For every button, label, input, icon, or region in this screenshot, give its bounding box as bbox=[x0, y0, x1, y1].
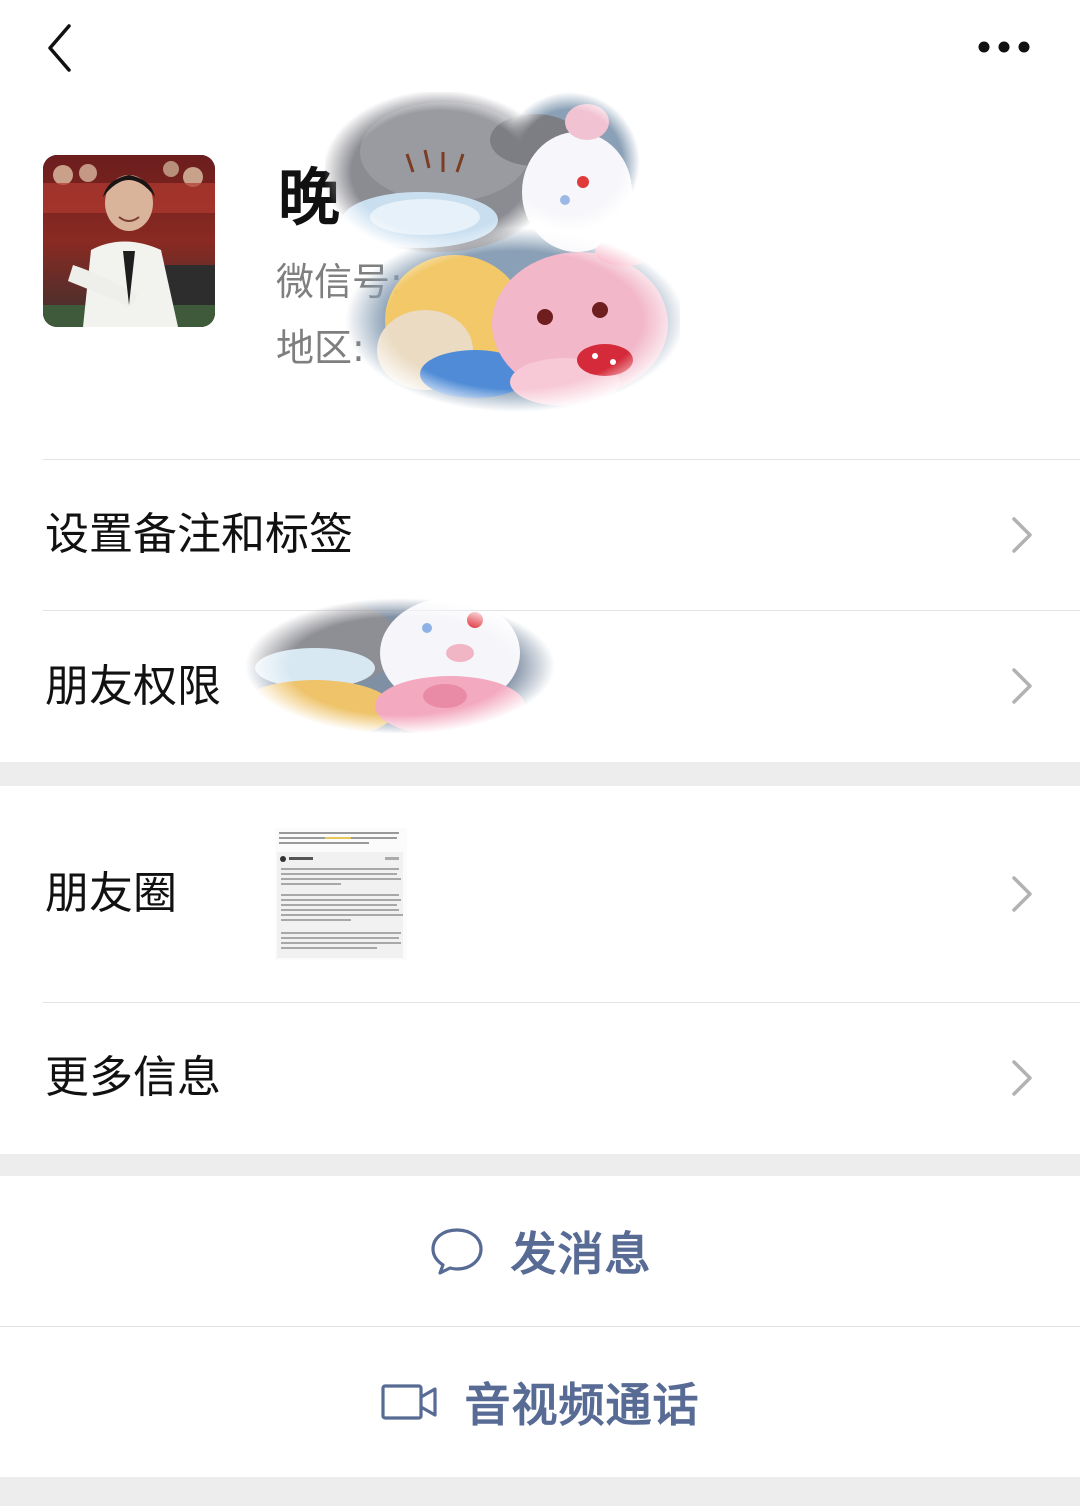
plush-sticker-image bbox=[325, 92, 680, 412]
audio-video-call-label: 音视频通话 bbox=[464, 1378, 700, 1432]
send-message-label: 发消息 bbox=[510, 1227, 652, 1281]
chevron-right-icon bbox=[1012, 517, 1032, 553]
moments-row[interactable]: 朋友圈 bbox=[0, 786, 1080, 1002]
friend-permissions-label: 朋友权限 bbox=[45, 661, 221, 712]
back-button[interactable] bbox=[30, 20, 90, 76]
send-message-button[interactable]: 发消息 bbox=[0, 1176, 1080, 1326]
more-info-row[interactable]: 更多信息 bbox=[0, 1003, 1080, 1154]
chevron-right-icon bbox=[1012, 1060, 1032, 1096]
plush-sticker-image bbox=[245, 598, 555, 733]
more-info-label: 更多信息 bbox=[45, 1052, 221, 1103]
chat-bubble-icon bbox=[429, 1226, 485, 1276]
chevron-right-icon bbox=[1012, 668, 1032, 704]
video-camera-icon bbox=[380, 1382, 439, 1422]
chevron-left-icon bbox=[48, 24, 71, 72]
contact-profile-page: 晚 微信号: 地区: bbox=[0, 0, 1080, 1506]
more-button[interactable] bbox=[968, 22, 1040, 72]
audio-video-call-button[interactable]: 音视频通话 bbox=[0, 1327, 1080, 1477]
remark-tags-label: 设置备注和标签 bbox=[45, 509, 353, 560]
avatar[interactable] bbox=[43, 155, 215, 327]
moments-thumbnail[interactable] bbox=[275, 828, 407, 960]
more-horizontal-icon bbox=[978, 41, 1030, 53]
chevron-right-icon bbox=[1012, 876, 1032, 912]
moments-label: 朋友圈 bbox=[45, 868, 177, 919]
remark-tags-row[interactable]: 设置备注和标签 bbox=[0, 460, 1080, 610]
